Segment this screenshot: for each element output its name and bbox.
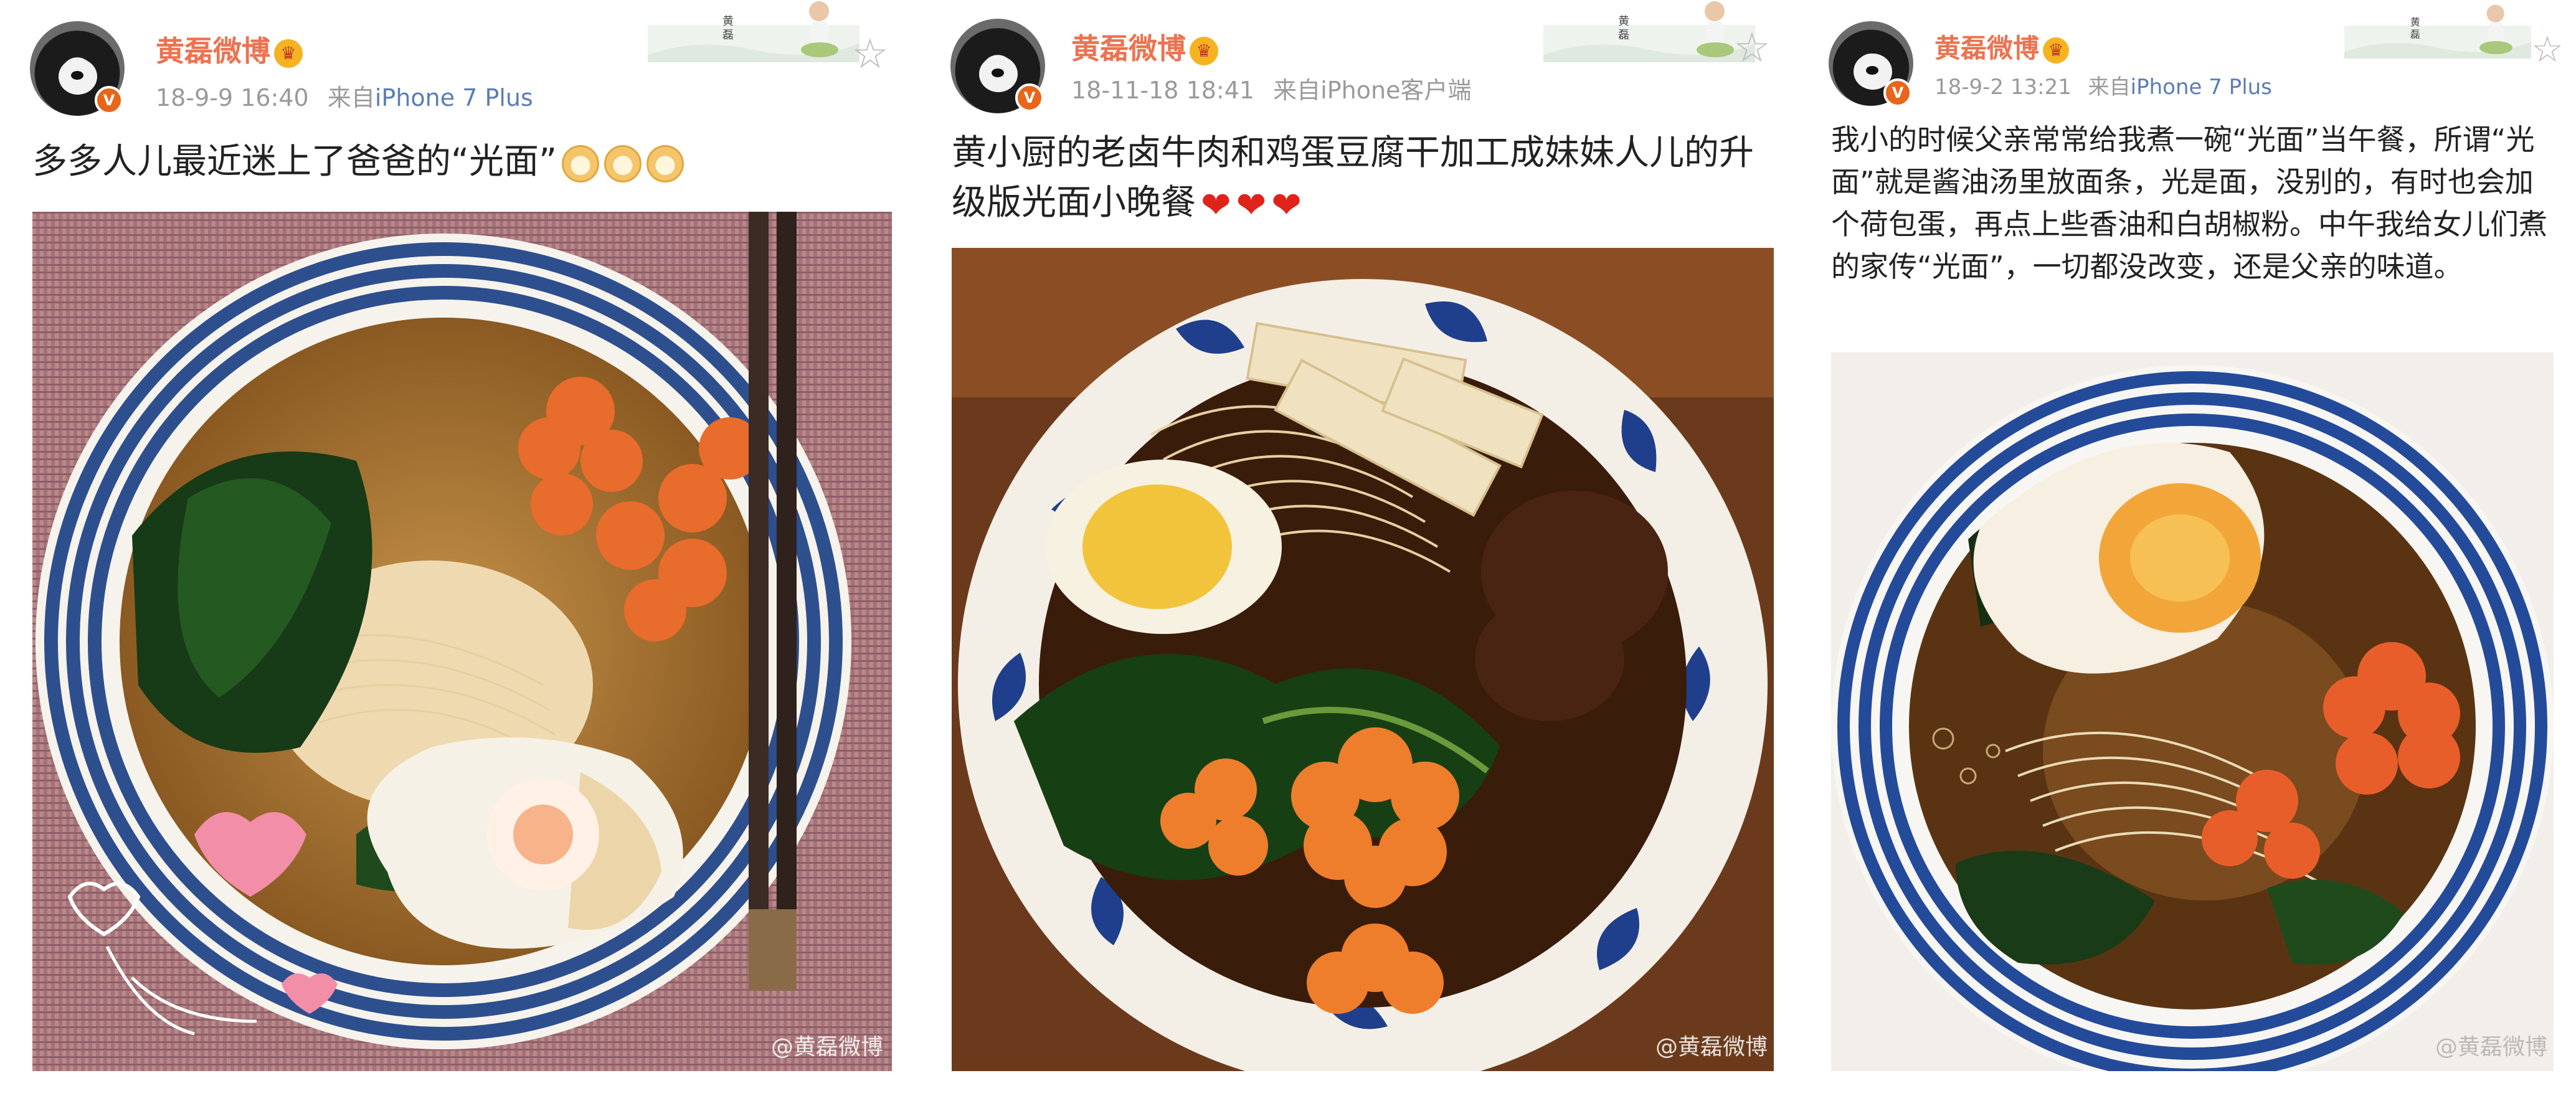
post-date[interactable]: 18-9-9 16:40 <box>156 84 309 111</box>
post-source[interactable]: iPhone 7 Plus <box>2131 75 2272 100</box>
post-text-content: 我小的时候父亲常常给我煮一碗“光面”当午餐，所谓“光面”就是酱油汤里放面条，光是… <box>1831 123 2547 283</box>
username[interactable]: 黄磊微博 ♛ <box>156 29 303 70</box>
heart-emoji-icon: ❤ <box>1236 183 1267 226</box>
post-meta: 18-11-18 18:41 来自iPhone客户端 <box>1071 71 1471 105</box>
favorite-star-icon[interactable]: ☆ <box>1730 26 1774 70</box>
photo-watermark: @黄磊微博 <box>770 1034 883 1060</box>
svg-text:黄: 黄 <box>1618 15 1629 28</box>
verified-badge-icon: V <box>95 86 123 115</box>
profile-banner-image: 黄 磊 <box>2344 4 2531 59</box>
noodle-bowl-photo-2 <box>952 248 1774 1071</box>
doge-emoji-icon <box>562 144 600 182</box>
heart-emoji-icon: ❤ <box>1201 183 1231 226</box>
noodle-bowl-photo-1 <box>32 212 892 1071</box>
svg-text:磊: 磊 <box>2410 29 2420 40</box>
weibo-post-3: V 黄磊微博 ♛ 18-9-2 13:21 来自iPhone 7 Plus 黄 磊… <box>1796 0 2576 1106</box>
svg-text:黄: 黄 <box>2410 16 2420 28</box>
post-photo[interactable]: @黄磊微博 <box>952 248 1774 1071</box>
post-source[interactable]: iPhone 7 Plus <box>375 84 533 111</box>
weibo-post-1: V 黄磊微博 ♛ 18-9-9 16:40 来自iPhone 7 Plus 黄 磊… <box>0 0 903 1106</box>
crown-icon: ♛ <box>2043 37 2070 64</box>
photo-watermark: @黄磊微博 <box>2435 1034 2547 1060</box>
post-photo[interactable]: @黄磊微博 <box>32 212 892 1071</box>
post-photo[interactable]: @黄磊微博 <box>1831 352 2554 1071</box>
from-label: 来自 <box>327 84 375 111</box>
svg-text:磊: 磊 <box>722 29 734 42</box>
emoji-group <box>557 137 684 187</box>
username-text[interactable]: 黄磊微博 <box>1934 33 2039 64</box>
svg-text:磊: 磊 <box>1618 29 1629 42</box>
favorite-star-icon[interactable]: ☆ <box>848 32 892 76</box>
crown-icon: ♛ <box>1190 36 1218 65</box>
profile-banner-image: 黄 磊 <box>648 1 859 62</box>
from-label: 来自 <box>2088 75 2131 100</box>
profile-banner-image: 黄 磊 <box>1543 1 1755 62</box>
svg-text:黄: 黄 <box>722 15 734 28</box>
heart-emoji-icon: ❤ <box>1271 183 1302 226</box>
photo-watermark: @黄磊微博 <box>1655 1034 1768 1060</box>
weibo-post-2: V 黄磊微博 ♛ 18-11-18 18:41 来自iPhone客户端 黄 磊 ☆… <box>921 0 1792 1106</box>
post-text-content: 黄小厨的老卤牛肉和鸡蛋豆腐干加工成妹妹人儿的升级版光面小晚餐 <box>952 133 1754 223</box>
noodle-bowl-photo-3 <box>1831 352 2554 1071</box>
doge-emoji-icon <box>646 144 684 182</box>
verified-badge-icon: V <box>1015 83 1044 112</box>
post-text-content: 多多人儿最近迷上了爸爸的“光面” <box>32 141 557 182</box>
crown-icon: ♛ <box>274 39 303 68</box>
username[interactable]: 黄磊微博 ♛ <box>1934 27 2070 65</box>
post-date[interactable]: 18-9-2 13:21 <box>1934 75 2072 100</box>
post-meta: 18-9-9 16:40 来自iPhone 7 Plus <box>156 78 533 113</box>
post-source[interactable]: iPhone客户端 <box>1320 77 1471 104</box>
username[interactable]: 黄磊微博 ♛ <box>1071 26 1218 67</box>
verified-badge-icon: V <box>1883 78 1912 107</box>
from-label: 来自 <box>1273 77 1321 104</box>
username-text[interactable]: 黄磊微博 <box>1071 32 1186 65</box>
favorite-star-icon[interactable]: ☆ <box>2529 27 2566 71</box>
doge-emoji-icon <box>604 144 642 182</box>
post-text: 黄小厨的老卤牛肉和鸡蛋豆腐干加工成妹妹人儿的升级版光面小晚餐 ❤ ❤ ❤ <box>952 128 1774 230</box>
post-text: 多多人儿最近迷上了爸爸的“光面” <box>32 137 904 187</box>
post-date[interactable]: 18-11-18 18:41 <box>1071 77 1254 104</box>
username-text[interactable]: 黄磊微博 <box>156 34 270 68</box>
post-meta: 18-9-2 13:21 来自iPhone 7 Plus <box>1934 70 2272 100</box>
post-text: 我小的时候父亲常常给我煮一碗“光面”当午餐，所谓“光面”就是酱油汤里放面条，光是… <box>1831 118 2554 288</box>
